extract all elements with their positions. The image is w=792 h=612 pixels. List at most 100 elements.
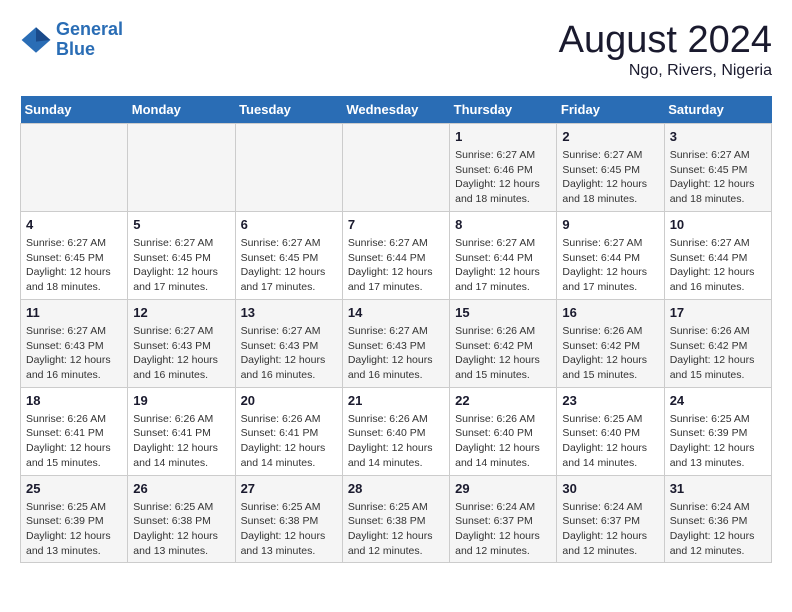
daylight-text: Daylight: 12 hours and 14 minutes.	[455, 441, 551, 470]
calendar-cell: 20Sunrise: 6:26 AMSunset: 6:41 PMDayligh…	[235, 387, 342, 475]
day-number: 28	[348, 480, 444, 498]
daylight-text: Daylight: 12 hours and 18 minutes.	[26, 265, 122, 294]
sunset-text: Sunset: 6:44 PM	[562, 251, 658, 266]
day-number: 27	[241, 480, 337, 498]
week-row-5: 25Sunrise: 6:25 AMSunset: 6:39 PMDayligh…	[21, 475, 772, 563]
sunrise-text: Sunrise: 6:27 AM	[670, 236, 766, 251]
week-row-1: 1Sunrise: 6:27 AMSunset: 6:46 PMDaylight…	[21, 123, 772, 211]
calendar-cell: 25Sunrise: 6:25 AMSunset: 6:39 PMDayligh…	[21, 475, 128, 563]
sunset-text: Sunset: 6:45 PM	[562, 163, 658, 178]
sunrise-text: Sunrise: 6:27 AM	[26, 324, 122, 339]
calendar-cell: 3Sunrise: 6:27 AMSunset: 6:45 PMDaylight…	[664, 123, 771, 211]
sunrise-text: Sunrise: 6:26 AM	[133, 412, 229, 427]
column-header-friday: Friday	[557, 96, 664, 124]
sunset-text: Sunset: 6:40 PM	[348, 426, 444, 441]
sunset-text: Sunset: 6:40 PM	[562, 426, 658, 441]
main-title: August 2024	[559, 20, 772, 62]
calendar-cell: 14Sunrise: 6:27 AMSunset: 6:43 PMDayligh…	[342, 299, 449, 387]
calendar-cell	[128, 123, 235, 211]
sunrise-text: Sunrise: 6:27 AM	[133, 236, 229, 251]
calendar-cell: 28Sunrise: 6:25 AMSunset: 6:38 PMDayligh…	[342, 475, 449, 563]
sunset-text: Sunset: 6:38 PM	[241, 514, 337, 529]
sunset-text: Sunset: 6:41 PM	[26, 426, 122, 441]
daylight-text: Daylight: 12 hours and 16 minutes.	[670, 265, 766, 294]
daylight-text: Daylight: 12 hours and 15 minutes.	[670, 353, 766, 382]
day-number: 21	[348, 392, 444, 410]
daylight-text: Daylight: 12 hours and 13 minutes.	[133, 529, 229, 558]
calendar-cell	[342, 123, 449, 211]
calendar-cell: 29Sunrise: 6:24 AMSunset: 6:37 PMDayligh…	[450, 475, 557, 563]
calendar-cell: 24Sunrise: 6:25 AMSunset: 6:39 PMDayligh…	[664, 387, 771, 475]
sunset-text: Sunset: 6:38 PM	[133, 514, 229, 529]
day-number: 11	[26, 304, 122, 322]
sunrise-text: Sunrise: 6:26 AM	[455, 324, 551, 339]
sunset-text: Sunset: 6:46 PM	[455, 163, 551, 178]
day-number: 24	[670, 392, 766, 410]
sunrise-text: Sunrise: 6:24 AM	[455, 500, 551, 515]
sunset-text: Sunset: 6:37 PM	[562, 514, 658, 529]
calendar-cell: 16Sunrise: 6:26 AMSunset: 6:42 PMDayligh…	[557, 299, 664, 387]
daylight-text: Daylight: 12 hours and 14 minutes.	[241, 441, 337, 470]
calendar-cell: 4Sunrise: 6:27 AMSunset: 6:45 PMDaylight…	[21, 211, 128, 299]
day-number: 26	[133, 480, 229, 498]
day-number: 10	[670, 216, 766, 234]
sunrise-text: Sunrise: 6:26 AM	[26, 412, 122, 427]
calendar-cell: 23Sunrise: 6:25 AMSunset: 6:40 PMDayligh…	[557, 387, 664, 475]
day-number: 17	[670, 304, 766, 322]
daylight-text: Daylight: 12 hours and 12 minutes.	[670, 529, 766, 558]
day-number: 23	[562, 392, 658, 410]
sunrise-text: Sunrise: 6:27 AM	[455, 236, 551, 251]
column-header-thursday: Thursday	[450, 96, 557, 124]
sunrise-text: Sunrise: 6:24 AM	[670, 500, 766, 515]
subtitle: Ngo, Rivers, Nigeria	[559, 62, 772, 80]
calendar-cell	[21, 123, 128, 211]
sunrise-text: Sunrise: 6:27 AM	[455, 148, 551, 163]
calendar-cell: 11Sunrise: 6:27 AMSunset: 6:43 PMDayligh…	[21, 299, 128, 387]
sunrise-text: Sunrise: 6:27 AM	[26, 236, 122, 251]
sunrise-text: Sunrise: 6:25 AM	[26, 500, 122, 515]
sunrise-text: Sunrise: 6:25 AM	[562, 412, 658, 427]
daylight-text: Daylight: 12 hours and 16 minutes.	[241, 353, 337, 382]
week-row-3: 11Sunrise: 6:27 AMSunset: 6:43 PMDayligh…	[21, 299, 772, 387]
calendar-cell: 7Sunrise: 6:27 AMSunset: 6:44 PMDaylight…	[342, 211, 449, 299]
logo-text: General Blue	[56, 20, 123, 60]
daylight-text: Daylight: 12 hours and 17 minutes.	[241, 265, 337, 294]
logo: General Blue	[20, 20, 123, 60]
week-row-2: 4Sunrise: 6:27 AMSunset: 6:45 PMDaylight…	[21, 211, 772, 299]
daylight-text: Daylight: 12 hours and 13 minutes.	[241, 529, 337, 558]
sunset-text: Sunset: 6:43 PM	[133, 339, 229, 354]
day-number: 8	[455, 216, 551, 234]
calendar-cell: 2Sunrise: 6:27 AMSunset: 6:45 PMDaylight…	[557, 123, 664, 211]
sunrise-text: Sunrise: 6:27 AM	[562, 148, 658, 163]
daylight-text: Daylight: 12 hours and 17 minutes.	[562, 265, 658, 294]
daylight-text: Daylight: 12 hours and 15 minutes.	[455, 353, 551, 382]
daylight-text: Daylight: 12 hours and 17 minutes.	[133, 265, 229, 294]
day-number: 12	[133, 304, 229, 322]
daylight-text: Daylight: 12 hours and 14 minutes.	[348, 441, 444, 470]
day-number: 1	[455, 128, 551, 146]
day-number: 29	[455, 480, 551, 498]
calendar-cell: 30Sunrise: 6:24 AMSunset: 6:37 PMDayligh…	[557, 475, 664, 563]
day-number: 3	[670, 128, 766, 146]
sunset-text: Sunset: 6:37 PM	[455, 514, 551, 529]
calendar-cell	[235, 123, 342, 211]
calendar-cell: 8Sunrise: 6:27 AMSunset: 6:44 PMDaylight…	[450, 211, 557, 299]
sunset-text: Sunset: 6:40 PM	[455, 426, 551, 441]
day-number: 31	[670, 480, 766, 498]
daylight-text: Daylight: 12 hours and 13 minutes.	[670, 441, 766, 470]
calendar-cell: 12Sunrise: 6:27 AMSunset: 6:43 PMDayligh…	[128, 299, 235, 387]
week-row-4: 18Sunrise: 6:26 AMSunset: 6:41 PMDayligh…	[21, 387, 772, 475]
sunrise-text: Sunrise: 6:26 AM	[455, 412, 551, 427]
sunset-text: Sunset: 6:43 PM	[26, 339, 122, 354]
calendar-cell: 10Sunrise: 6:27 AMSunset: 6:44 PMDayligh…	[664, 211, 771, 299]
calendar-table: SundayMondayTuesdayWednesdayThursdayFrid…	[20, 96, 772, 564]
calendar-cell: 26Sunrise: 6:25 AMSunset: 6:38 PMDayligh…	[128, 475, 235, 563]
sunset-text: Sunset: 6:45 PM	[241, 251, 337, 266]
day-number: 4	[26, 216, 122, 234]
sunrise-text: Sunrise: 6:25 AM	[670, 412, 766, 427]
column-header-saturday: Saturday	[664, 96, 771, 124]
calendar-cell: 21Sunrise: 6:26 AMSunset: 6:40 PMDayligh…	[342, 387, 449, 475]
daylight-text: Daylight: 12 hours and 15 minutes.	[26, 441, 122, 470]
sunrise-text: Sunrise: 6:27 AM	[241, 236, 337, 251]
sunrise-text: Sunrise: 6:27 AM	[241, 324, 337, 339]
